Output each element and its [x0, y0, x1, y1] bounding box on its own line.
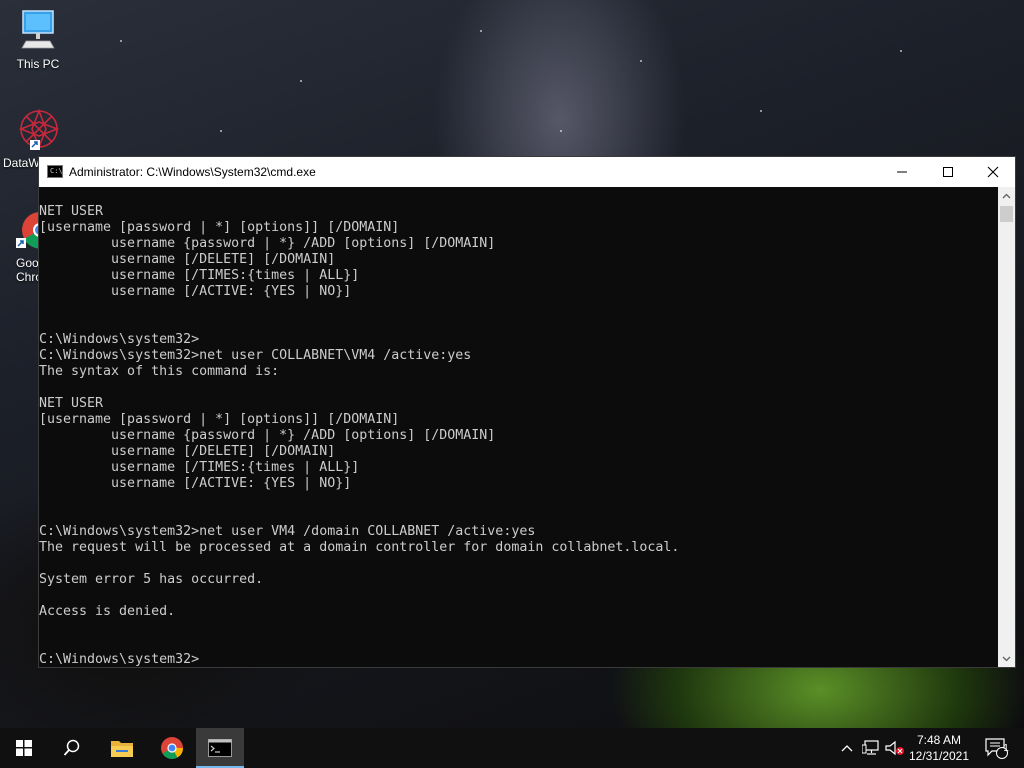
- window-title: Administrator: C:\Windows\System32\cmd.e…: [69, 165, 316, 179]
- maximize-icon: [943, 167, 953, 177]
- console-line: C:\Windows\system32>: [39, 332, 200, 347]
- console-line: NET USER: [39, 204, 104, 219]
- console-line: C:\Windows\system32>net user VM4 /domain…: [39, 524, 536, 539]
- terminal-icon: [208, 739, 232, 757]
- vertical-scrollbar[interactable]: [998, 187, 1015, 667]
- desktop-icon-google-chrome[interactable]: Goo Chro: [0, 206, 59, 284]
- scroll-up-button[interactable]: [998, 187, 1015, 204]
- star: [480, 30, 482, 32]
- start-button[interactable]: [0, 728, 48, 768]
- cmd-window[interactable]: C:\_ Administrator: C:\Windows\System32\…: [38, 156, 1016, 668]
- windows-logo-icon: [16, 740, 32, 756]
- monitor-icon: [0, 8, 76, 55]
- volume-muted-icon: [885, 740, 904, 756]
- chevron-up-icon: [1002, 193, 1011, 198]
- console-line: NET USER: [39, 396, 104, 411]
- scroll-down-button[interactable]: [998, 650, 1015, 667]
- console-line: username {password | *} /ADD [options] […: [39, 428, 496, 443]
- taskbar: 7:48 AM 12/31/2021 1: [0, 728, 1024, 768]
- maximize-button[interactable]: [925, 157, 971, 187]
- console-line: username [/ACTIVE: {YES | NO}]: [39, 284, 352, 299]
- chevron-up-icon: [841, 745, 853, 752]
- console-line: username [/DELETE] [/DOMAIN]: [39, 444, 336, 459]
- network-icon: [862, 740, 879, 755]
- console-line: username [/DELETE] [/DOMAIN]: [39, 252, 336, 267]
- action-center-button[interactable]: 1: [978, 728, 1014, 768]
- desktop-icon-this-pc[interactable]: This PC: [0, 8, 76, 71]
- clock-time: 7:48 AM: [916, 733, 962, 747]
- star: [220, 130, 222, 132]
- clock[interactable]: 7:48 AM 12/31/2021: [904, 732, 974, 764]
- volume-tray-button[interactable]: [884, 728, 906, 768]
- console-line: username [/TIMES:{times | ALL}]: [39, 268, 360, 283]
- desktop-icon-dataw[interactable]: DataW: [0, 108, 60, 170]
- folder-icon: [111, 741, 133, 757]
- console-line: C:\Windows\system32>: [39, 652, 200, 667]
- title-bar[interactable]: C:\_ Administrator: C:\Windows\System32\…: [39, 157, 1015, 187]
- network-tray-button[interactable]: [860, 728, 882, 768]
- console-line: System error 5 has occurred.: [39, 572, 264, 587]
- search-icon: [63, 739, 80, 756]
- star: [560, 130, 562, 132]
- taskbar-cmd[interactable]: [196, 728, 244, 768]
- minimize-icon: [897, 171, 907, 173]
- chrome-icon: [16, 206, 59, 257]
- search-button[interactable]: [48, 728, 96, 768]
- star: [900, 50, 902, 52]
- scrollbar-thumb[interactable]: [1000, 206, 1013, 222]
- star: [760, 110, 762, 112]
- minimize-button[interactable]: [879, 157, 925, 187]
- console-line: username {password | *} /ADD [options] […: [39, 236, 496, 251]
- desktop-icon-label: DataW: [3, 156, 40, 170]
- console-line: C:\Windows\system32>net user COLLABNET\V…: [39, 348, 472, 363]
- console-line: [username [password | *] [options]] [/DO…: [39, 220, 400, 235]
- cmd-app-icon: C:\_: [47, 165, 67, 178]
- chrome-icon: [161, 737, 183, 759]
- console-line: The request will be processed at a domai…: [39, 540, 680, 555]
- show-hidden-icons-button[interactable]: [836, 728, 858, 768]
- notification-count-badge: 1: [1003, 743, 1009, 754]
- taskbar-chrome[interactable]: [148, 728, 196, 768]
- console-line: username [/TIMES:{times | ALL}]: [39, 460, 360, 475]
- taskbar-file-explorer[interactable]: [98, 728, 146, 768]
- desktop-icon-label: This PC: [16, 57, 60, 71]
- star: [300, 80, 302, 82]
- console-output[interactable]: NET USER [username [password | *] [option…: [39, 187, 999, 667]
- star: [120, 40, 122, 42]
- close-button[interactable]: [970, 157, 1016, 187]
- console-line: username [/ACTIVE: {YES | NO}]: [39, 476, 352, 491]
- clock-date: 12/31/2021: [908, 749, 970, 763]
- star: [640, 60, 642, 62]
- console-line: [username [password | *] [options]] [/DO…: [39, 412, 400, 427]
- close-icon: [987, 166, 999, 178]
- chevron-down-icon: [1002, 656, 1011, 661]
- console-line: The syntax of this command is:: [39, 364, 280, 379]
- app-logo-icon: [16, 108, 60, 155]
- console-line: Access is denied.: [39, 604, 176, 619]
